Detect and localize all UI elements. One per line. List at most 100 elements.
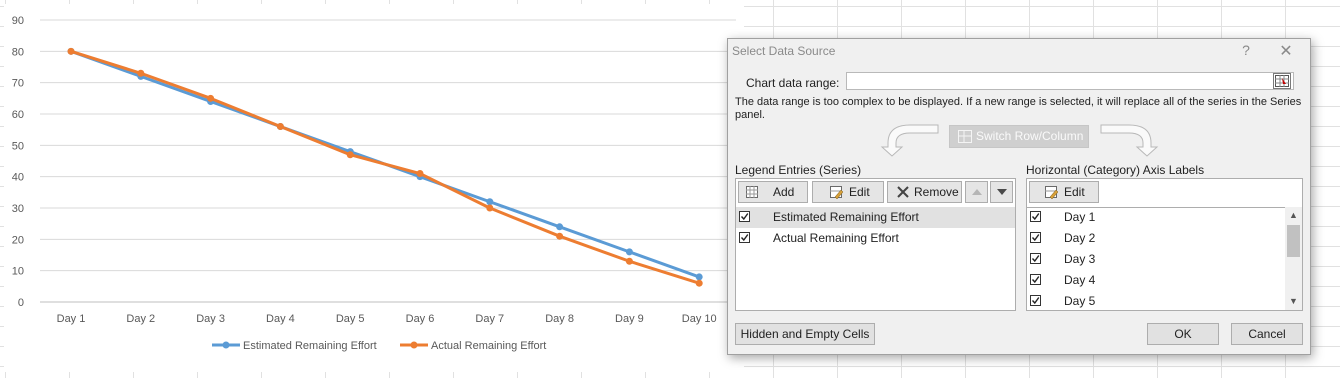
x-tick-label: Day 3 [196, 313, 225, 325]
data-point [486, 198, 494, 206]
axis-label-text: Day 2 [1064, 231, 1096, 245]
move-up-button[interactable] [965, 181, 988, 203]
y-tick-label: 90 [12, 15, 24, 27]
axis-scrollbar[interactable]: ▲ ▼ [1285, 207, 1302, 310]
axis-label-checkbox[interactable] [1030, 211, 1041, 222]
curved-arrow-left-icon [880, 124, 939, 157]
data-point [67, 47, 75, 55]
edit-label: Edit [849, 185, 870, 199]
line-chart[interactable]: 0 10 20 30 40 50 60 70 80 90 Day 1 Day 2 Day 3 Day 4 D… [4, 4, 744, 372]
series-item[interactable]: Estimated Remaining Effort [736, 207, 1015, 228]
data-point [346, 151, 354, 159]
y-tick-label: 0 [18, 297, 24, 309]
axis-label-item[interactable]: Day 2 [1027, 228, 1285, 249]
x-tick-label: Day 6 [406, 313, 435, 325]
series-toolbar: Add Edit Remove [736, 179, 1015, 208]
y-tick-label: 40 [12, 172, 24, 184]
switch-row-column-icon [958, 130, 972, 143]
legend-entries-label: Legend Entries (Series) [735, 163, 862, 177]
y-tick-label: 20 [12, 234, 24, 246]
y-tick-label: 50 [12, 140, 24, 152]
switch-row-column-label: Switch Row/Column [976, 129, 1084, 143]
edit-series-button[interactable]: Edit [812, 181, 884, 203]
axis-label-checkbox[interactable] [1030, 274, 1041, 285]
y-tick-label: 30 [12, 203, 24, 215]
legend-label: Estimated Remaining Effort [243, 340, 377, 352]
add-icon [746, 186, 758, 198]
edit-icon [1045, 186, 1058, 199]
chart-svg: 0 10 20 30 40 50 60 70 80 90 Day 1 Day 2 Day 3 Day 4 D… [12, 15, 736, 352]
remove-icon [897, 186, 909, 198]
range-select-button[interactable] [1273, 73, 1291, 89]
series-item[interactable]: Actual Remaining Effort [736, 228, 1015, 249]
legend-entries-panel: Add Edit Remove Estimated Remaining Effo… [735, 178, 1016, 311]
complex-range-message: The data range is too complex to be disp… [735, 96, 1302, 121]
y-tick-label: 80 [12, 46, 24, 58]
x-tick-label: Day 8 [545, 313, 574, 325]
ok-button[interactable]: OK [1147, 323, 1219, 345]
data-point [625, 257, 633, 265]
data-point [556, 223, 564, 231]
add-series-button[interactable]: Add [738, 181, 808, 203]
checkmark-icon [1031, 213, 1040, 221]
chart-data-range-input[interactable] [846, 72, 1294, 90]
data-point [486, 204, 494, 212]
checkmark-icon [1031, 255, 1040, 263]
cancel-button[interactable]: Cancel [1231, 323, 1303, 345]
x-tick-label: Day 2 [126, 313, 155, 325]
axis-label-item[interactable]: Day 5 [1027, 291, 1285, 312]
x-tick-label: Day 9 [615, 313, 644, 325]
axis-label-item[interactable]: Day 3 [1027, 249, 1285, 270]
axis-label-checkbox[interactable] [1030, 253, 1041, 264]
data-point [695, 273, 703, 281]
remove-label: Remove [914, 185, 959, 199]
axis-label-item[interactable]: Day 1 [1027, 207, 1285, 228]
axis-label-checkbox[interactable] [1030, 232, 1041, 243]
scroll-down-icon[interactable]: ▼ [1285, 293, 1302, 310]
hidden-empty-cells-button[interactable]: Hidden and Empty Cells [735, 323, 875, 345]
select-data-source-dialog: Select Data Source ? ✕ Chart data range:… [727, 38, 1311, 355]
series-checkbox[interactable] [739, 211, 750, 222]
y-tick-label: 10 [12, 266, 24, 278]
edit-label: Edit [1064, 185, 1085, 199]
curved-arrow-right-icon [1100, 124, 1159, 157]
series-checkbox[interactable] [739, 232, 750, 243]
legend-label: Actual Remaining Effort [431, 340, 546, 352]
axis-label-text: Day 5 [1064, 294, 1096, 308]
data-point [207, 94, 215, 102]
axis-labels-panel: Edit Day 1 Day 2 Day 3 Day 4 Day 5 ▲ ▼ [1026, 178, 1303, 311]
series-name: Actual Remaining Effort [773, 231, 899, 245]
data-point [276, 123, 284, 131]
remove-series-button[interactable]: Remove [887, 181, 962, 203]
checkmark-icon [1031, 276, 1040, 284]
scroll-thumb[interactable] [1287, 225, 1300, 257]
y-tick-label: 70 [12, 78, 24, 90]
edit-icon [830, 186, 843, 199]
move-up-icon [972, 189, 982, 195]
axis-labels-label: Horizontal (Category) Axis Labels [1026, 163, 1205, 177]
scroll-up-icon[interactable]: ▲ [1285, 207, 1302, 224]
move-down-icon [997, 189, 1007, 195]
axis-label-text: Day 4 [1064, 273, 1096, 287]
checkmark-icon [1031, 234, 1040, 242]
edit-axis-labels-button[interactable]: Edit [1029, 181, 1099, 203]
data-point [416, 170, 424, 178]
legend-marker [410, 341, 418, 349]
chart-data-range-label: Chart data range: [746, 76, 840, 90]
axis-label-text: Day 1 [1064, 210, 1096, 224]
legend-marker [222, 341, 230, 349]
add-label: Add [773, 185, 795, 199]
close-button[interactable]: ✕ [1276, 41, 1296, 61]
series-name: Estimated Remaining Effort [773, 210, 919, 224]
axis-label-checkbox[interactable] [1030, 295, 1041, 306]
axis-label-text: Day 3 [1064, 252, 1096, 266]
x-tick-label: Day 10 [682, 313, 717, 325]
move-down-button[interactable] [990, 181, 1013, 203]
axis-toolbar: Edit [1027, 179, 1302, 208]
help-button[interactable]: ? [1238, 42, 1254, 58]
axis-label-item[interactable]: Day 4 [1027, 270, 1285, 291]
data-point [625, 248, 633, 256]
data-point [556, 232, 564, 240]
switch-row-column-button[interactable]: Switch Row/Column [949, 125, 1089, 148]
dialog-title: Select Data Source [732, 44, 836, 58]
